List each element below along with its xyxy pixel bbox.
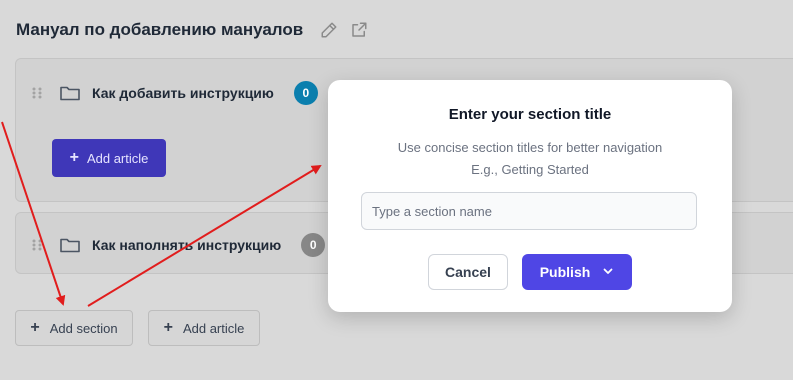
plus-icon: + — [30, 319, 40, 336]
plus-icon: + — [163, 319, 173, 336]
external-link-icon[interactable] — [349, 20, 369, 40]
plus-icon: + — [69, 149, 79, 166]
drag-handle-icon[interactable] — [32, 239, 42, 251]
publish-label: Publish — [539, 264, 591, 280]
page-title: Мануал по добавлению мануалов — [16, 20, 304, 39]
section-title[interactable]: Как добавить инструкцию — [92, 85, 274, 101]
section-name-input[interactable] — [361, 192, 697, 230]
section-header[interactable]: Как добавить инструкцию 0 — [32, 81, 318, 105]
page-header: Мануал по добавлению мануалов — [16, 20, 369, 40]
section-title-dialog: Enter your section title Use concise sec… — [328, 80, 732, 312]
cancel-button[interactable]: Cancel — [428, 254, 508, 290]
dialog-title: Enter your section title — [448, 106, 612, 123]
add-article-footer-button[interactable]: + Add article — [148, 310, 260, 346]
folder-icon — [60, 85, 80, 101]
add-section-label: Add section — [49, 320, 118, 336]
section-title[interactable]: Как наполнять инструкцию — [92, 237, 281, 253]
chevron-down-icon[interactable] — [602, 264, 614, 280]
folder-icon — [60, 237, 80, 253]
article-count-badge: 0 — [293, 81, 318, 105]
publish-button[interactable]: Publish — [522, 254, 632, 290]
drag-handle-icon[interactable] — [32, 87, 42, 99]
add-article-label: Add article — [182, 320, 245, 336]
dialog-subtitle: Use concise section titles for better na… — [397, 140, 663, 155]
add-section-button[interactable]: + Add section — [15, 310, 133, 346]
section-header[interactable]: Как наполнять инструкцию 0 — [32, 233, 326, 257]
article-count-badge: 0 — [301, 233, 326, 257]
dialog-description: Use concise section titles for better na… — [328, 137, 732, 181]
dialog-example: E.g., Getting Started — [471, 162, 589, 177]
add-article-button[interactable]: + Add article — [52, 139, 166, 177]
pencil-icon[interactable] — [319, 20, 339, 40]
add-article-label: Add article — [86, 150, 149, 166]
